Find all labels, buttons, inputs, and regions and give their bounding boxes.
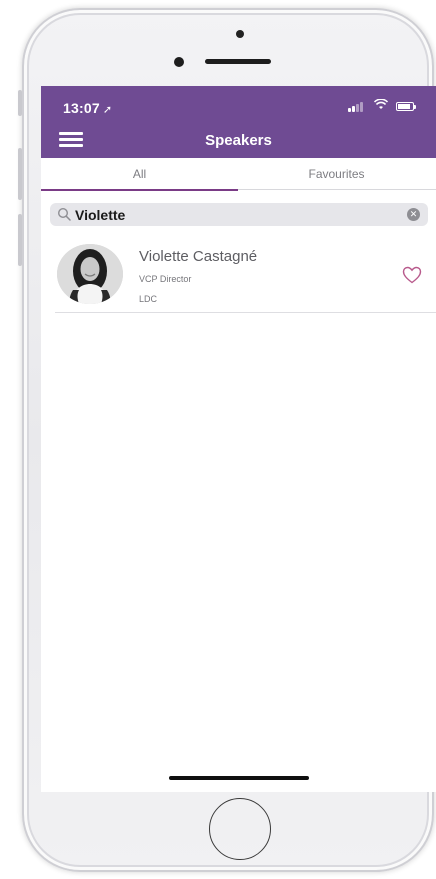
- speaker-role: VCP Director: [139, 274, 192, 284]
- search-input[interactable]: Violette: [75, 207, 125, 223]
- home-button[interactable]: [209, 798, 271, 860]
- page-title: Speakers: [205, 132, 272, 149]
- status-bar: 13:07 ➚: [41, 86, 436, 122]
- side-button: [18, 90, 22, 116]
- proximity-sensor-dot: [236, 30, 244, 38]
- navigation-bar: Speakers: [41, 122, 436, 158]
- wifi-icon: [373, 98, 389, 113]
- app-screen: 13:07 ➚ Speakers All Favourites Violette…: [41, 86, 436, 792]
- search-field[interactable]: Violette ✕: [50, 203, 428, 226]
- battery-icon: [396, 102, 416, 111]
- heart-icon[interactable]: [402, 266, 422, 284]
- clear-icon[interactable]: ✕: [407, 208, 420, 221]
- search-icon: [57, 207, 71, 221]
- speaker-list-item[interactable]: Violette Castagné VCP Director LDC: [55, 236, 436, 313]
- tab-bar: All Favourites: [41, 158, 436, 191]
- tab-all[interactable]: All: [41, 158, 238, 191]
- speaker-company: LDC: [139, 294, 158, 304]
- speaker-name: Violette Castagné: [139, 248, 258, 265]
- tab-favourites[interactable]: Favourites: [238, 158, 435, 190]
- front-camera: [174, 57, 184, 67]
- status-time-text: 13:07: [63, 100, 100, 116]
- speaker-avatar: [57, 244, 123, 304]
- earpiece-speaker: [205, 59, 271, 64]
- location-arrow-icon: ➚: [102, 104, 113, 116]
- side-button: [18, 148, 22, 200]
- status-time: 13:07 ➚: [63, 100, 112, 116]
- home-indicator[interactable]: [169, 776, 309, 780]
- side-button: [18, 214, 22, 266]
- cellular-signal-icon: [348, 101, 366, 112]
